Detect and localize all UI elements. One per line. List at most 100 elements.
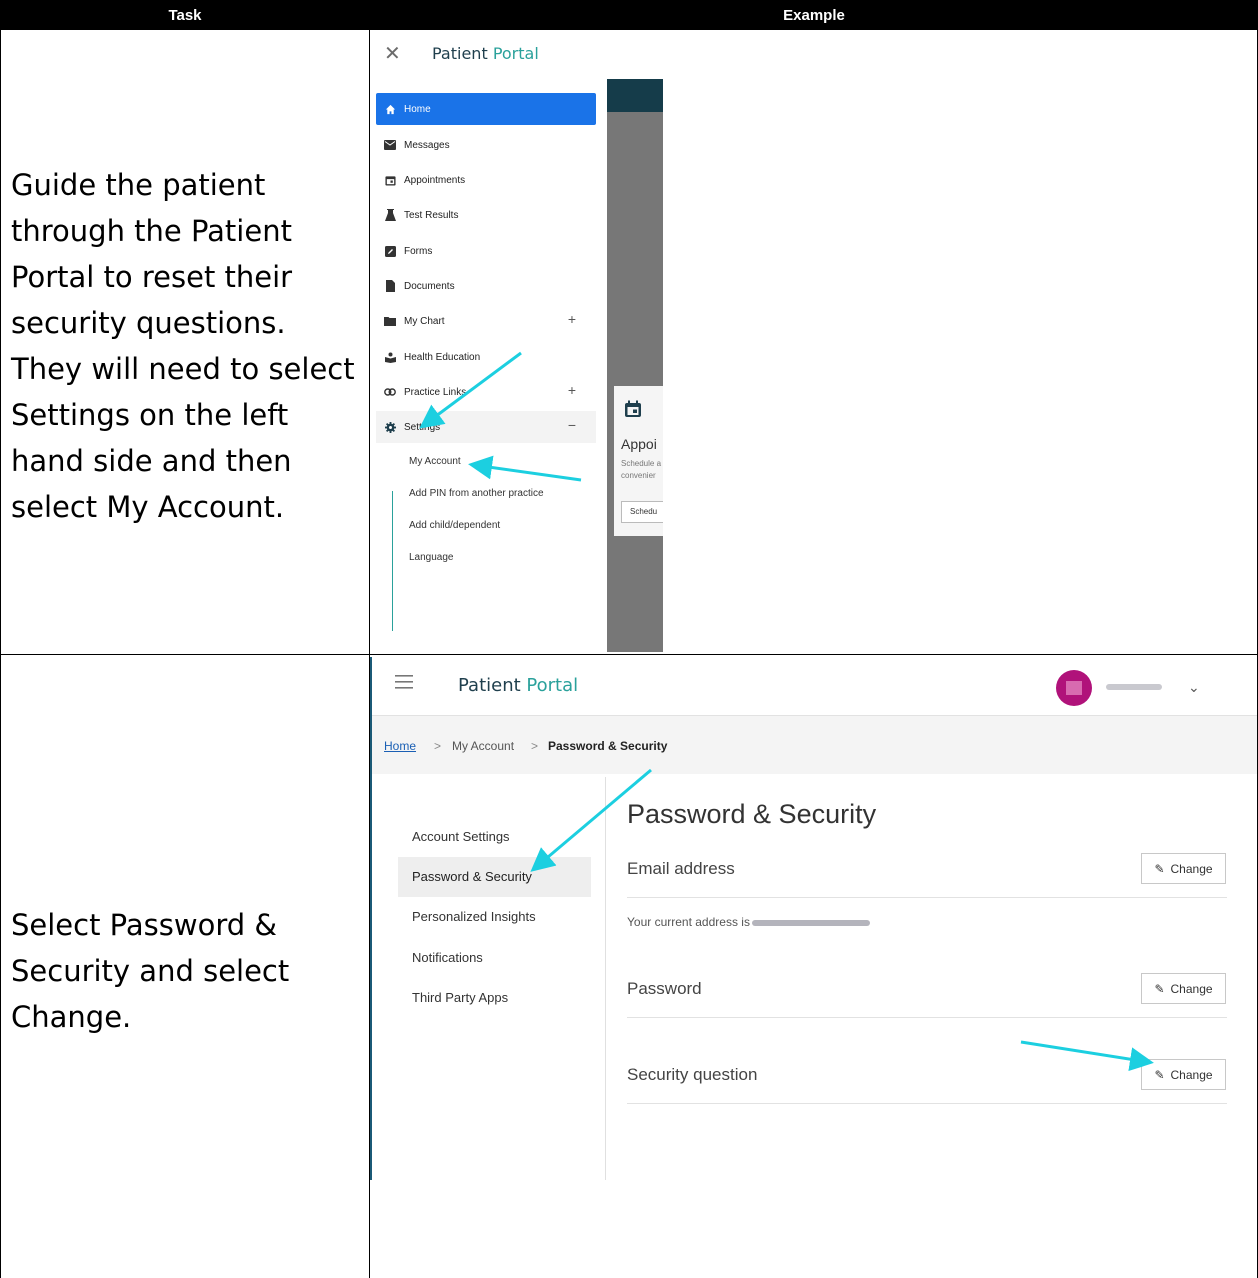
task-line: Guide the patient xyxy=(11,168,266,202)
submenu-my-account[interactable]: My Account xyxy=(409,456,461,467)
submenu-indicator xyxy=(392,491,393,631)
breadcrumb-separator: > xyxy=(531,739,539,753)
password-section-title: Password xyxy=(627,979,702,998)
account-nav-notifications[interactable]: Notifications xyxy=(398,938,591,978)
pencil-square-icon xyxy=(376,245,404,257)
page-title: Password & Security xyxy=(627,799,877,829)
document: Task Example Guide the patient through t… xyxy=(0,0,1258,1278)
schedule-button[interactable]: Schedu xyxy=(621,501,663,523)
nav-item-documents[interactable]: Documents xyxy=(376,270,596,302)
header-example: Example xyxy=(370,0,1258,30)
home-icon xyxy=(376,104,404,115)
collapse-icon[interactable]: − xyxy=(568,417,576,433)
task-line: security questions. xyxy=(11,306,286,340)
app-title: Patient Portal xyxy=(432,44,539,63)
user-name-redacted[interactable] xyxy=(1106,684,1162,690)
task-line: select My Account. xyxy=(11,490,285,524)
nav-item-health-education[interactable]: Health Education xyxy=(376,341,596,373)
envelope-icon xyxy=(376,140,404,150)
change-password-button[interactable]: ✎ Change xyxy=(1141,973,1226,1004)
nav-label: Practice Links xyxy=(404,386,467,398)
card-text: Schedule a xyxy=(621,459,662,468)
account-nav-third-party-apps[interactable]: Third Party Apps xyxy=(398,978,591,1018)
change-security-question-button[interactable]: ✎ Change xyxy=(1141,1059,1226,1090)
nav-label: Forms xyxy=(404,245,433,257)
breadcrumb-my-account[interactable]: My Account xyxy=(452,739,514,753)
account-nav-personalized-insights[interactable]: Personalized Insights xyxy=(398,897,591,937)
nav-label: Appointments xyxy=(404,174,466,186)
calendar-icon xyxy=(625,400,641,417)
task-line: Select Password & xyxy=(11,908,277,942)
nav-item-practice-links[interactable]: Practice Links + xyxy=(376,376,596,408)
nav-item-home[interactable]: Home xyxy=(376,93,596,125)
nav-item-settings[interactable]: Settings − xyxy=(376,411,596,443)
expand-icon[interactable]: + xyxy=(568,311,576,327)
submenu-language[interactable]: Language xyxy=(409,552,454,563)
task-line: Security and select xyxy=(11,954,290,988)
app-title: Patient Portal xyxy=(458,675,579,696)
flask-icon xyxy=(376,209,404,221)
page-header-strip xyxy=(607,79,663,112)
nav-label: Home xyxy=(404,103,431,115)
hamburger-menu-icon[interactable] xyxy=(395,675,413,689)
top-bar: Patient Portal ⌄ xyxy=(370,657,1257,716)
breadcrumb-separator: > xyxy=(434,739,442,753)
page-overlay xyxy=(607,79,663,652)
table-border-left xyxy=(0,0,1,1278)
task-text-1: Guide the patient through the Patient Po… xyxy=(11,162,355,530)
email-redacted xyxy=(751,919,870,926)
folder-icon xyxy=(376,316,404,326)
file-icon xyxy=(376,280,404,292)
example-screenshot-sidebar: ✕ Patient Portal Appoi Schedule a conven… xyxy=(370,31,663,652)
pencil-icon: ✎ xyxy=(1154,981,1165,996)
pencil-icon: ✎ xyxy=(1154,861,1165,876)
task-line: Change. xyxy=(11,1000,132,1034)
change-email-button[interactable]: ✎ Change xyxy=(1141,853,1226,884)
email-section-title: Email address xyxy=(627,859,735,878)
nav-item-forms[interactable]: Forms xyxy=(376,235,596,267)
submenu-add-child[interactable]: Add child/dependent xyxy=(409,520,500,531)
pencil-icon: ✎ xyxy=(1154,1067,1165,1082)
nav-item-test-results[interactable]: Test Results xyxy=(376,199,596,231)
reader-icon xyxy=(376,352,404,363)
nav-label: Health Education xyxy=(404,351,481,363)
sidebar-header: ✕ Patient Portal xyxy=(370,31,663,79)
task-line: They will need to select xyxy=(11,352,355,386)
breadcrumb-current: Password & Security xyxy=(548,739,668,753)
divider xyxy=(627,897,1227,898)
header-task: Task xyxy=(0,0,370,30)
example-screenshot-password-security: Patient Portal ⌄ Home > My Account > Pas… xyxy=(370,657,1257,1180)
nav-item-appointments[interactable]: Appointments xyxy=(376,164,596,196)
task-line: hand side and then xyxy=(11,444,292,478)
row-divider xyxy=(0,654,1258,655)
close-icon[interactable]: ✕ xyxy=(384,41,401,66)
nav-label: Messages xyxy=(404,139,450,151)
window-edge xyxy=(370,657,372,1180)
security-question-title: Security question xyxy=(627,1065,758,1084)
nav-item-messages[interactable]: Messages xyxy=(376,129,596,161)
divider xyxy=(627,1103,1227,1104)
sidebar-nav: Home Messages Appointments Test Results xyxy=(370,79,607,652)
nav-label: Test Results xyxy=(404,209,459,221)
task-line: Portal to reset their xyxy=(11,260,293,294)
task-text-2: Select Password & Security and select Ch… xyxy=(11,902,289,1040)
nav-label: Documents xyxy=(404,280,455,292)
current-email-text: Your current address is xyxy=(627,915,870,929)
avatar[interactable] xyxy=(1056,670,1092,706)
gear-icon xyxy=(376,421,404,433)
chevron-down-icon[interactable]: ⌄ xyxy=(1188,679,1200,696)
card-title: Appoi xyxy=(621,436,657,452)
breadcrumb-home-link[interactable]: Home xyxy=(384,739,416,753)
task-line: Settings on the left xyxy=(11,398,289,432)
expand-icon[interactable]: + xyxy=(568,382,576,398)
card-text: convenier xyxy=(621,471,656,480)
task-line: through the Patient xyxy=(11,214,292,248)
nav-item-my-chart[interactable]: My Chart + xyxy=(376,305,596,337)
submenu-add-pin[interactable]: Add PIN from another practice xyxy=(409,488,544,499)
account-nav-password-security[interactable]: Password & Security xyxy=(398,857,591,897)
calendar-icon xyxy=(376,175,404,186)
nav-label: My Chart xyxy=(404,315,445,327)
account-nav-account-settings[interactable]: Account Settings xyxy=(398,817,591,857)
link-icon xyxy=(376,388,404,396)
divider xyxy=(627,1017,1227,1018)
